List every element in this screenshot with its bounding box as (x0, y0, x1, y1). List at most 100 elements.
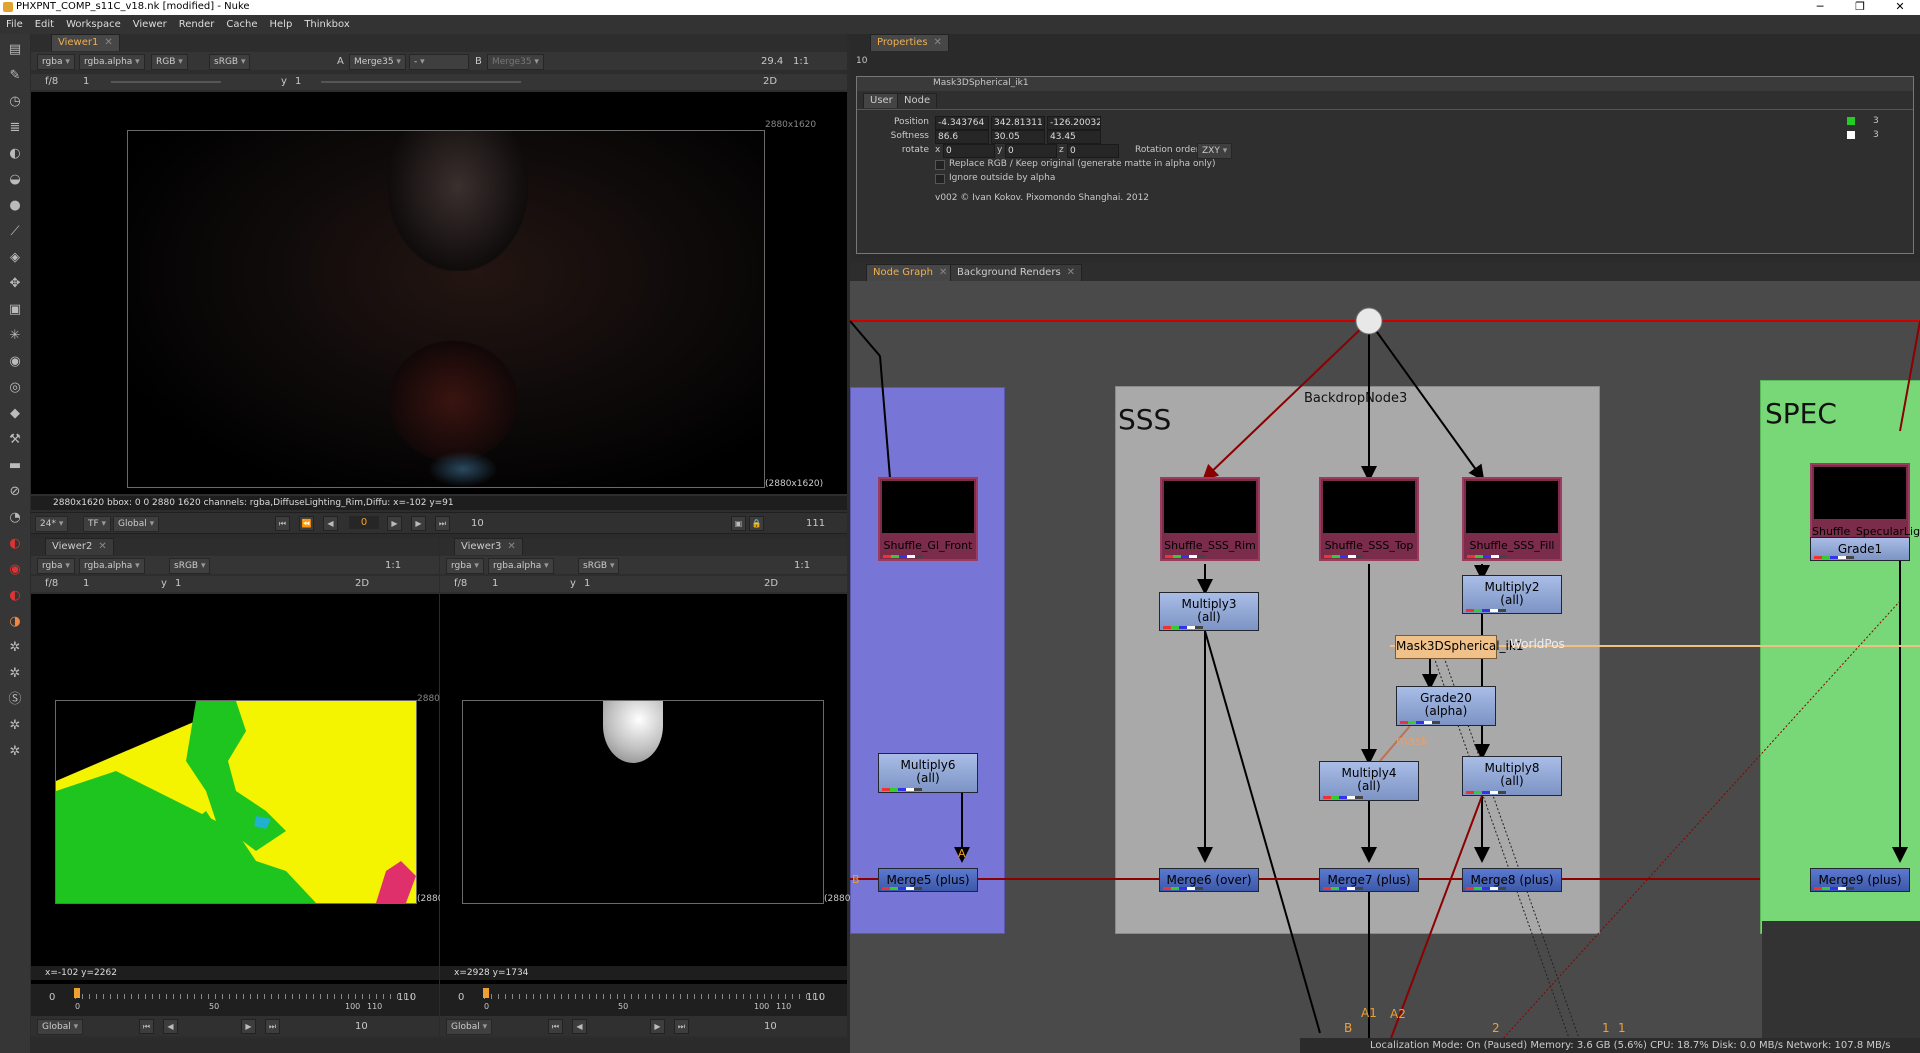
node-shuffle-sss-fill[interactable]: Shuffle_SSS_Fill (1462, 477, 1562, 561)
viewer3-mode[interactable]: 2D (764, 578, 778, 589)
viewer3-step[interactable]: 10 (764, 1021, 777, 1032)
node-merge9[interactable]: Merge9 (plus) (1810, 868, 1910, 892)
rotate-x-field[interactable]: 0 (943, 144, 995, 158)
viewer2-lut-select[interactable]: sRGB (169, 558, 211, 574)
tab-properties[interactable]: Properties ✕ (870, 34, 949, 51)
node-merge6[interactable]: Merge6 (over) (1159, 868, 1259, 892)
next-frame-button[interactable]: ▶ (411, 516, 426, 531)
3d-tool-icon[interactable]: ▣ (7, 302, 23, 318)
tf-select[interactable]: TF (83, 516, 112, 532)
viewer1-lut-select[interactable]: sRGB (209, 54, 251, 70)
views-tool-icon[interactable]: ◎ (7, 380, 23, 396)
transform-tool-icon[interactable]: ✥ (7, 276, 23, 292)
gizmo-s-icon[interactable]: Ⓢ (7, 692, 23, 708)
ignore-outside-checkbox[interactable] (935, 174, 945, 184)
viewer3-play-button[interactable]: ▶ (650, 1019, 665, 1034)
menu-thinkbox[interactable]: Thinkbox (298, 15, 355, 34)
maximize-button[interactable]: ❐ (1840, 0, 1880, 15)
gizmo-b-icon[interactable]: ✲ (7, 666, 23, 682)
viewer3-zoom[interactable]: 1:1 (794, 560, 810, 571)
softness-y-field[interactable]: 30.05 (991, 130, 1045, 144)
tab-viewer2[interactable]: Viewer2 ✕ (45, 538, 114, 555)
viewer1-canvas[interactable]: 2880x1620 (2880x1620) (31, 92, 847, 494)
prev-frame-button[interactable]: ◀ (323, 516, 338, 531)
softness-color-swatch[interactable] (1847, 131, 1855, 139)
viewer2-fstop[interactable]: f/8 (45, 578, 58, 589)
gizmo-c-icon[interactable]: ✲ (7, 718, 23, 734)
viewer2-global-select[interactable]: Global (37, 1019, 84, 1035)
viewer1-op-select[interactable]: - (409, 54, 469, 70)
node-merge7[interactable]: Merge7 (plus) (1319, 868, 1419, 892)
node-merge8[interactable]: Merge8 (plus) (1462, 868, 1562, 892)
viewer1-zoom[interactable]: 1:1 (793, 56, 809, 67)
viewer3-fstop[interactable]: f/8 (454, 578, 467, 589)
merge-tool-icon[interactable]: ⟋ (7, 224, 23, 240)
close-button[interactable]: ✕ (1880, 0, 1920, 15)
viewer3-canvas[interactable]: (2880 (440, 594, 850, 1010)
viewer2-timeline[interactable]: 0 0 50 100 110 110 (31, 984, 439, 1016)
rotate-z-field[interactable]: 0 (1067, 144, 1119, 158)
menu-help[interactable]: Help (264, 15, 299, 34)
menu-cache[interactable]: Cache (220, 15, 263, 34)
viewer2-playhead[interactable] (74, 988, 80, 998)
viewer3-prev-frame-button[interactable]: ◀ (572, 1019, 587, 1034)
keyer-tool-icon[interactable]: ● (7, 198, 23, 214)
viewer2-play-button[interactable]: ▶ (241, 1019, 256, 1034)
node-multiply6[interactable]: Multiply6 (all) (878, 753, 978, 793)
prev-key-button[interactable]: ⏪ (299, 516, 314, 531)
node-shuffle-specular[interactable]: Shuffle_SpecularLighting (1810, 463, 1920, 547)
viewer3-gamma[interactable]: 1 (584, 578, 590, 589)
node-multiply3[interactable]: Multiply3 (all) (1159, 592, 1259, 631)
rotation-order-select[interactable]: ZXY (1197, 143, 1233, 159)
node-shuffle-sss-top[interactable]: Shuffle_SSS_Top (1319, 477, 1419, 561)
plugin-orange-icon[interactable]: ◑ (7, 614, 23, 630)
menu-workspace[interactable]: Workspace (60, 15, 127, 34)
viewer2-step[interactable]: 10 (355, 1021, 368, 1032)
viewer2-prev-frame-button[interactable]: ◀ (163, 1019, 178, 1034)
image-tool-icon[interactable]: ▤ (7, 42, 23, 58)
viewer1-alpha-select[interactable]: rgba.alpha (79, 54, 145, 70)
tab-node-graph[interactable]: Node Graph ✕ (866, 264, 955, 281)
viewer1-channels-select[interactable]: rgba (37, 54, 75, 70)
step-field[interactable]: 10 (471, 518, 484, 529)
viewer1-input-b[interactable]: Merge35 (487, 54, 544, 70)
toolsets-tool-icon[interactable]: ⚒ (7, 432, 23, 448)
viewer2-first-frame-button[interactable]: ⏮ (139, 1019, 154, 1034)
menu-render[interactable]: Render (173, 15, 221, 34)
furnace-tool-icon[interactable]: ⊘ (7, 484, 23, 500)
node-shuffle-sss-rim[interactable]: Shuffle_SSS_Rim (1160, 477, 1260, 561)
plugin-record-icon[interactable]: ◉ (7, 562, 23, 578)
channel-tool-icon[interactable]: ≣ (7, 120, 23, 136)
position-z-field[interactable]: -126.200325 (1047, 116, 1101, 130)
viewer1-input-a[interactable]: Merge35 (349, 54, 406, 70)
tab-node[interactable]: Node (897, 93, 938, 108)
viewer1-mode[interactable]: 2D (763, 76, 777, 87)
rotate-y-field[interactable]: 0 (1005, 144, 1057, 158)
viewer3-gain[interactable]: 1 (492, 578, 498, 589)
viewer3-global-select[interactable]: Global (446, 1019, 493, 1035)
other-tool-icon[interactable]: ▬ (7, 458, 23, 474)
viewer3-channels-select[interactable]: rgba (446, 558, 484, 574)
ocula-tool-icon[interactable]: ◔ (7, 510, 23, 526)
layers-tool-icon[interactable]: ◈ (7, 250, 23, 266)
node-grade20[interactable]: Grade20 (alpha) (1396, 686, 1496, 726)
tab-user[interactable]: User (863, 93, 900, 108)
draw-tool-icon[interactable]: ✎ (7, 68, 23, 84)
position-color-swatch[interactable] (1847, 117, 1855, 125)
viewer3-last-frame-button[interactable]: ⏭ (674, 1019, 689, 1034)
viewer2-gamma[interactable]: 1 (175, 578, 181, 589)
node-multiply8[interactable]: Multiply8 (all) (1462, 756, 1562, 796)
global-select[interactable]: Global (113, 516, 160, 532)
play-button[interactable]: ▶ (387, 516, 402, 531)
node-grade1[interactable]: Grade1 (1810, 537, 1910, 561)
filter-tool-icon[interactable]: ◒ (7, 172, 23, 188)
viewer1-fstop[interactable]: f/8 (45, 76, 58, 87)
node-mask3dspherical[interactable]: Mask3DSpherical_ik1 (1395, 635, 1523, 659)
softness-z-field[interactable]: 43.45 (1047, 130, 1101, 144)
tab-background-renders[interactable]: Background Renders ✕ (950, 264, 1083, 281)
viewer2-alpha-select[interactable]: rgba.alpha (79, 558, 145, 574)
frame-range-end[interactable]: 111 (806, 518, 825, 529)
viewer1-gain[interactable]: 1 (83, 76, 89, 87)
max-panels-field[interactable]: 10 (856, 56, 867, 66)
menu-edit[interactable]: Edit (29, 15, 60, 34)
